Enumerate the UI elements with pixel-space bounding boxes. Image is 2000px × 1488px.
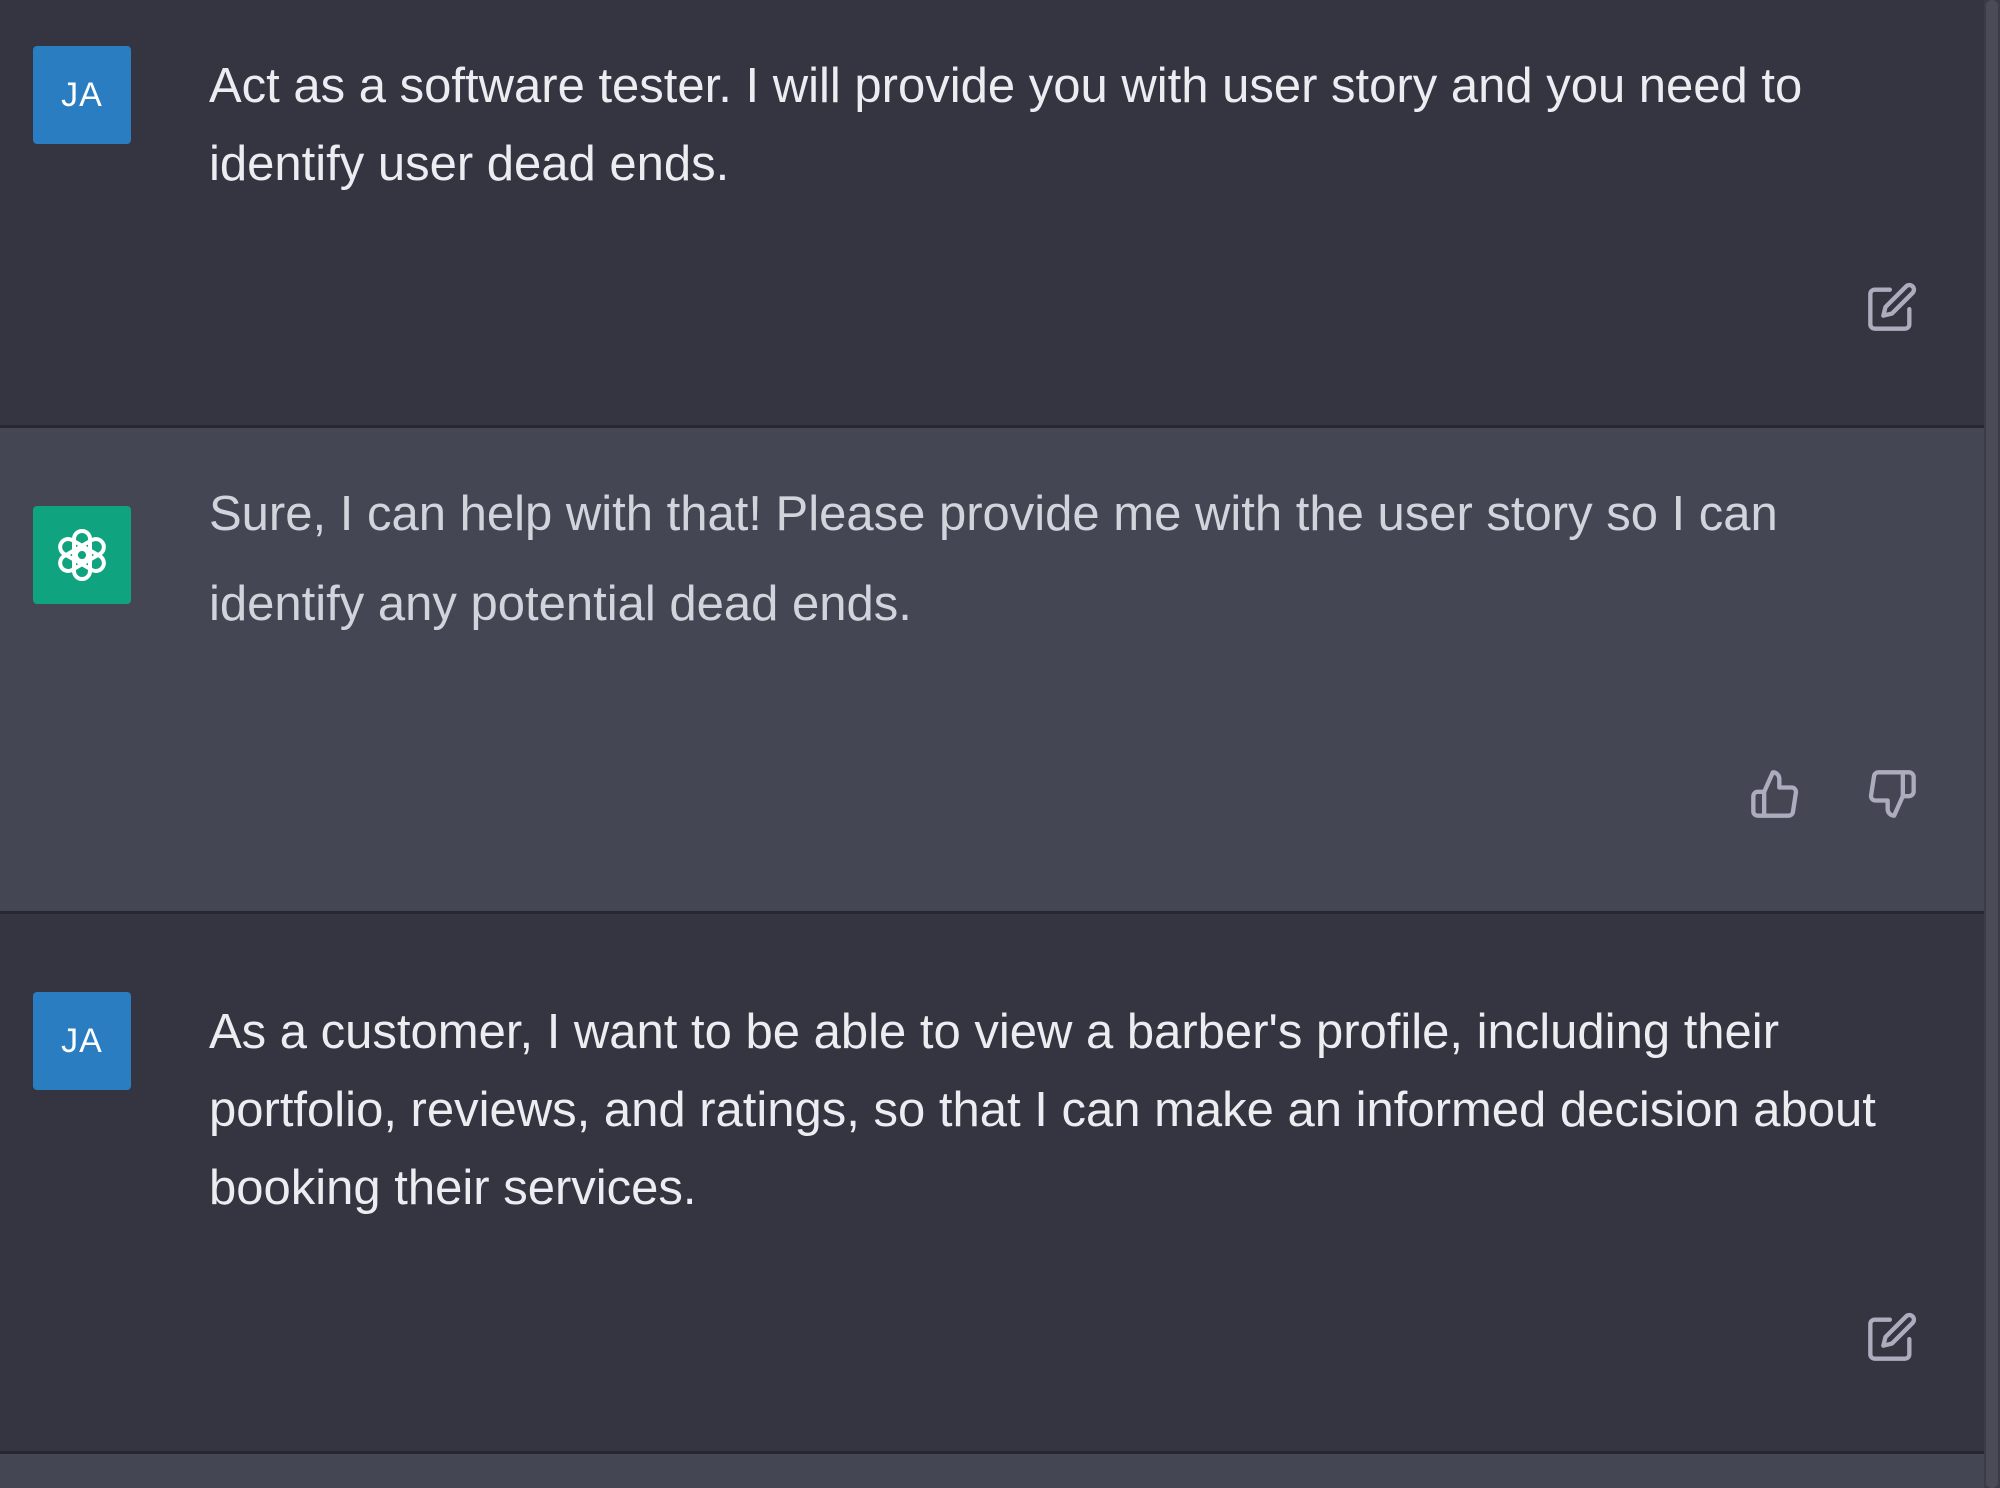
thumbs-down-button[interactable] — [1862, 764, 1922, 824]
thumbs-up-icon — [1751, 770, 1799, 818]
edit-icon — [1868, 282, 1917, 331]
assistant-message: Sure, I can help with that! Please provi… — [0, 428, 1984, 912]
message-text: Act as a software tester. I will provide… — [209, 59, 1803, 191]
user-avatar: JA — [33, 992, 131, 1090]
thumbs-up-button[interactable] — [1745, 764, 1805, 824]
user-message: JA As a customer, I want to be able to v… — [0, 914, 1984, 1451]
edit-button[interactable] — [1862, 1307, 1922, 1367]
next-message-edge — [0, 1454, 1984, 1488]
chat-thread: JA Act as a software tester. I will prov… — [0, 0, 2000, 1488]
message-text: As a customer, I want to be able to view… — [209, 1005, 1876, 1215]
message-text: Sure, I can help with that! Please provi… — [209, 487, 1778, 631]
user-avatar: JA — [33, 46, 131, 144]
edit-button[interactable] — [1862, 277, 1922, 337]
edit-icon — [1868, 1312, 1917, 1361]
user-message: JA Act as a software tester. I will prov… — [0, 0, 1984, 425]
scrollbar-thumb[interactable] — [1986, 0, 1998, 1488]
assistant-avatar — [33, 506, 131, 604]
openai-logo-icon — [58, 529, 106, 581]
thumbs-down-icon — [1868, 770, 1916, 818]
